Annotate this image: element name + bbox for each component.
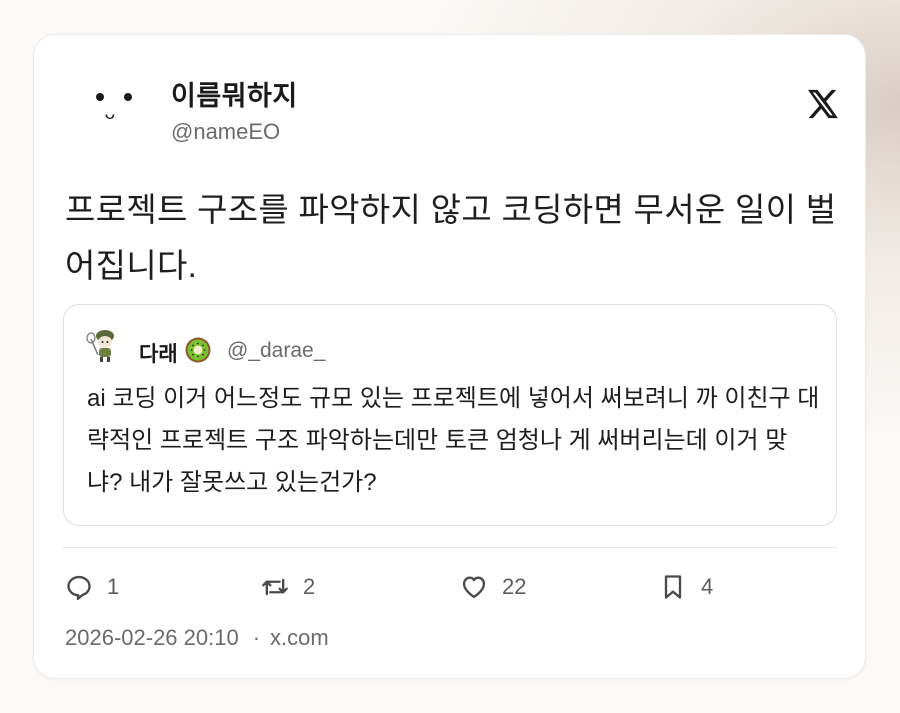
avatar-mouth: ᴗ [104, 104, 116, 123]
timestamp[interactable]: 2026-02-26 20:10 [65, 625, 239, 651]
author-display-name[interactable]: 이름뭐하지 [171, 74, 298, 113]
kiwi-icon [185, 337, 211, 363]
bookmark-count: 4 [701, 574, 714, 599]
heart-icon [462, 576, 486, 599]
like-count: 22 [502, 574, 527, 599]
footer-separator: · [252, 625, 261, 650]
avatar-left-eye [96, 93, 104, 101]
repost-button[interactable]: 2 [261, 571, 315, 603]
character-avatar-icon [83, 325, 123, 365]
author-avatar[interactable]: ᴗ [74, 65, 144, 135]
tweet-card: ᴗ 이름뭐하지 @nameEO 프로젝트 구조를 파악하지 않고 코딩하면 무서… [33, 34, 866, 679]
avatar-right-eye [124, 93, 132, 101]
repost-icon [262, 578, 288, 596]
quoted-author-handle[interactable]: @_darae_ [227, 339, 325, 363]
like-button[interactable]: 22 [460, 571, 526, 603]
tweet-footer: 2026-02-26 20:10 · x.com [65, 625, 329, 651]
quoted-tweet-text: ai 코딩 이거 어느정도 규모 있는 프로젝트에 넣어서 써보려니 까 이친구… [87, 385, 820, 496]
reply-button[interactable]: 1 [65, 571, 119, 603]
source-link[interactable]: x.com [270, 625, 329, 651]
quoted-author-avatar[interactable] [83, 325, 123, 365]
author-handle[interactable]: @nameEO [171, 119, 280, 145]
tweet-text: 프로젝트 구조를 파악하지 않고 코딩하면 무서운 일이 벌어집니다. [65, 191, 837, 284]
reply-count: 1 [107, 574, 120, 599]
bookmark-icon [664, 575, 682, 599]
bookmark-button[interactable]: 4 [659, 571, 713, 603]
divider [63, 547, 837, 548]
quoted-tweet[interactable]: 다래 @_darae_ ai 코딩 이거 어느정도 규모 있는 프로젝트에 넣어… [63, 304, 837, 526]
reply-icon [67, 575, 91, 600]
x-logo-icon[interactable] [805, 87, 839, 121]
repost-count: 2 [303, 574, 316, 599]
quoted-author-name[interactable]: 다래 [139, 338, 178, 368]
